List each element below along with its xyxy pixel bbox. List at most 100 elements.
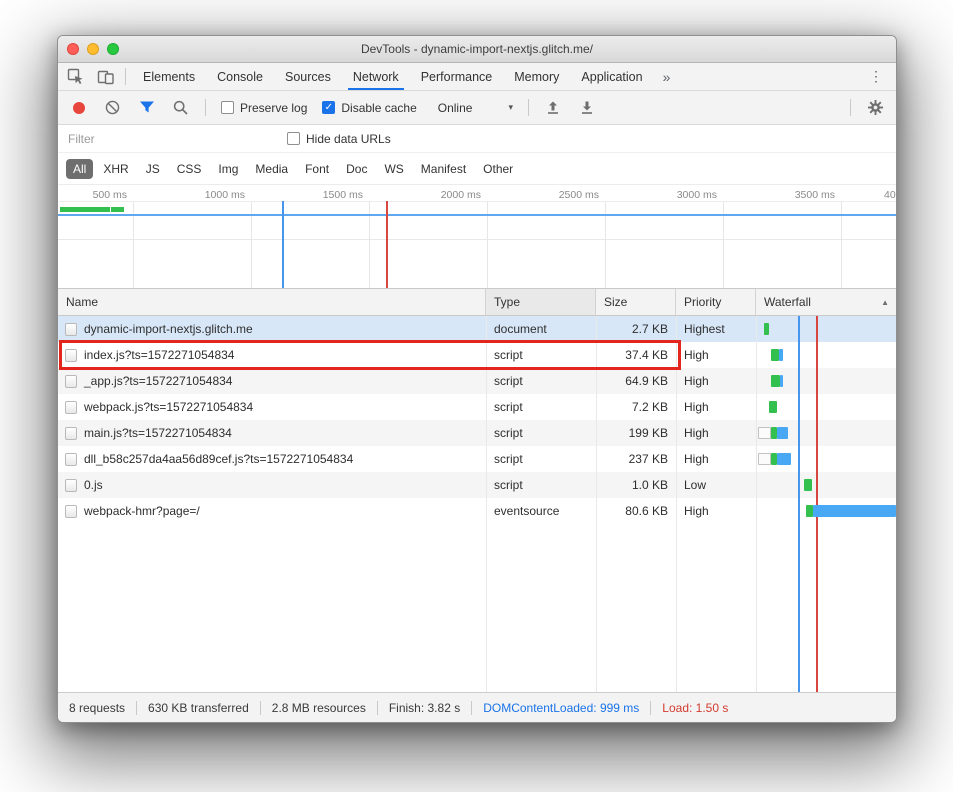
request-name-cell[interactable]: _app.js?ts=1572271054834 <box>58 368 486 394</box>
filter-toggle-button[interactable] <box>137 98 156 117</box>
type-filter-font[interactable]: Font <box>298 159 336 179</box>
request-size: 80.6 KB <box>596 498 676 524</box>
request-waterfall[interactable] <box>756 498 896 524</box>
import-har-button[interactable] <box>544 98 563 117</box>
tab-network[interactable]: Network <box>342 63 410 90</box>
type-filter-css[interactable]: CSS <box>170 159 209 179</box>
overview-activity-bar <box>60 207 110 212</box>
table-row[interactable]: dynamic-import-nextjs.glitch.medocument2… <box>58 316 896 342</box>
table-row[interactable]: _app.js?ts=1572271054834script64.9 KBHig… <box>58 368 896 394</box>
request-waterfall[interactable] <box>756 316 896 342</box>
zoom-button[interactable] <box>107 43 119 55</box>
request-type: script <box>486 446 596 472</box>
request-priority: Highest <box>676 316 756 342</box>
waterfall-bar <box>813 505 896 517</box>
request-name: 0.js <box>84 478 103 492</box>
type-filter-manifest[interactable]: Manifest <box>414 159 473 179</box>
request-name-cell[interactable]: webpack.js?ts=1572271054834 <box>58 394 486 420</box>
column-divider <box>676 316 677 692</box>
request-size: 237 KB <box>596 446 676 472</box>
type-filter-js[interactable]: JS <box>139 159 167 179</box>
disable-cache-label[interactable]: Disable cache <box>341 101 416 115</box>
close-button[interactable] <box>67 43 79 55</box>
type-filter-xhr[interactable]: XHR <box>96 159 135 179</box>
preserve-log-checkbox[interactable] <box>221 101 234 114</box>
resources-size: 2.8 MB resources <box>272 701 366 715</box>
tab-application[interactable]: Application <box>570 63 653 90</box>
resource-type-filters: All XHR JS CSS Img Media Font Doc WS Man… <box>58 153 896 185</box>
request-name-cell[interactable]: webpack-hmr?page=/ <box>58 498 486 524</box>
filter-input[interactable] <box>68 132 263 146</box>
window-titlebar[interactable]: DevTools - dynamic-import-nextjs.glitch.… <box>58 36 896 63</box>
status-separator <box>650 701 651 715</box>
tab-elements[interactable]: Elements <box>132 63 206 90</box>
request-waterfall[interactable] <box>756 368 896 394</box>
request-name-cell[interactable]: dll_b58c257da4aa56d89cef.js?ts=157227105… <box>58 446 486 472</box>
network-toolbar: Preserve log Disable cache Online ▾ <box>58 91 896 125</box>
column-header-type[interactable]: Type <box>486 289 596 315</box>
record-button[interactable] <box>69 98 88 117</box>
request-type: script <box>486 472 596 498</box>
request-name-cell[interactable]: 0.js <box>58 472 486 498</box>
type-filter-all[interactable]: All <box>66 159 93 179</box>
request-name-cell[interactable]: dynamic-import-nextjs.glitch.me <box>58 316 486 342</box>
table-row[interactable]: webpack.js?ts=1572271054834script7.2 KBH… <box>58 394 896 420</box>
column-header-waterfall[interactable]: Waterfall ▲ <box>756 289 896 315</box>
throttling-dropdown[interactable]: Online ▾ <box>432 101 513 115</box>
request-priority: High <box>676 342 756 368</box>
table-row[interactable]: 0.jsscript1.0 KBLow <box>58 472 896 498</box>
table-row[interactable]: webpack-hmr?page=/eventsource80.6 KBHigh <box>58 498 896 524</box>
toolbar-separator <box>850 99 851 116</box>
tab-sources[interactable]: Sources <box>274 63 342 90</box>
search-button[interactable] <box>171 98 190 117</box>
export-har-button[interactable] <box>578 98 597 117</box>
waterfall-bar <box>779 349 783 361</box>
request-type: eventsource <box>486 498 596 524</box>
hide-data-urls-label[interactable]: Hide data URLs <box>306 132 391 146</box>
request-waterfall[interactable] <box>756 342 896 368</box>
request-waterfall[interactable] <box>756 472 896 498</box>
type-filter-ws[interactable]: WS <box>377 159 410 179</box>
request-waterfall[interactable] <box>756 420 896 446</box>
type-filter-img[interactable]: Img <box>211 159 245 179</box>
dom-content-loaded-time: DOMContentLoaded: 999 ms <box>483 701 639 715</box>
tab-performance[interactable]: Performance <box>410 63 504 90</box>
network-overview-timeline[interactable]: 500 ms1000 ms1500 ms2000 ms2500 ms3000 m… <box>58 185 896 289</box>
download-icon <box>579 100 595 116</box>
requests-count: 8 requests <box>69 701 125 715</box>
request-size: 2.7 KB <box>596 316 676 342</box>
table-row[interactable]: dll_b58c257da4aa56d89cef.js?ts=157227105… <box>58 446 896 472</box>
toggle-device-toolbar-button[interactable] <box>96 67 115 86</box>
column-header-size[interactable]: Size <box>596 289 676 315</box>
hide-data-urls-checkbox[interactable] <box>287 132 300 145</box>
tab-console[interactable]: Console <box>206 63 274 90</box>
request-name-cell[interactable]: index.js?ts=1572271054834 <box>58 342 486 368</box>
type-filter-media[interactable]: Media <box>248 159 295 179</box>
column-header-priority[interactable]: Priority <box>676 289 756 315</box>
disable-cache-checkbox[interactable] <box>322 101 335 114</box>
type-filter-doc[interactable]: Doc <box>339 159 374 179</box>
inspect-element-button[interactable] <box>66 67 85 86</box>
waterfall-bar <box>777 427 788 439</box>
request-size: 7.2 KB <box>596 394 676 420</box>
request-name: dll_b58c257da4aa56d89cef.js?ts=157227105… <box>84 452 353 466</box>
tab-memory[interactable]: Memory <box>503 63 570 90</box>
devtools-menu-button[interactable]: ⋮ <box>856 63 896 90</box>
preserve-log-label[interactable]: Preserve log <box>240 101 307 115</box>
overview-activity-bar <box>111 207 124 212</box>
panel-tabs: Elements Console Sources Network Perform… <box>132 63 654 90</box>
column-header-name[interactable]: Name <box>58 289 486 315</box>
more-tabs-button[interactable]: » <box>654 63 680 90</box>
request-waterfall[interactable] <box>756 446 896 472</box>
clear-button[interactable] <box>103 98 122 117</box>
request-name-cell[interactable]: main.js?ts=1572271054834 <box>58 420 486 446</box>
waterfall-bar <box>769 401 777 413</box>
table-row[interactable]: main.js?ts=1572271054834script199 KBHigh <box>58 420 896 446</box>
settings-button[interactable] <box>866 98 885 117</box>
minimize-button[interactable] <box>87 43 99 55</box>
type-filter-other[interactable]: Other <box>476 159 520 179</box>
status-separator <box>260 701 261 715</box>
table-row[interactable]: index.js?ts=1572271054834script37.4 KBHi… <box>58 342 896 368</box>
timeline-tick-label: 3000 ms <box>677 189 717 201</box>
request-waterfall[interactable] <box>756 394 896 420</box>
